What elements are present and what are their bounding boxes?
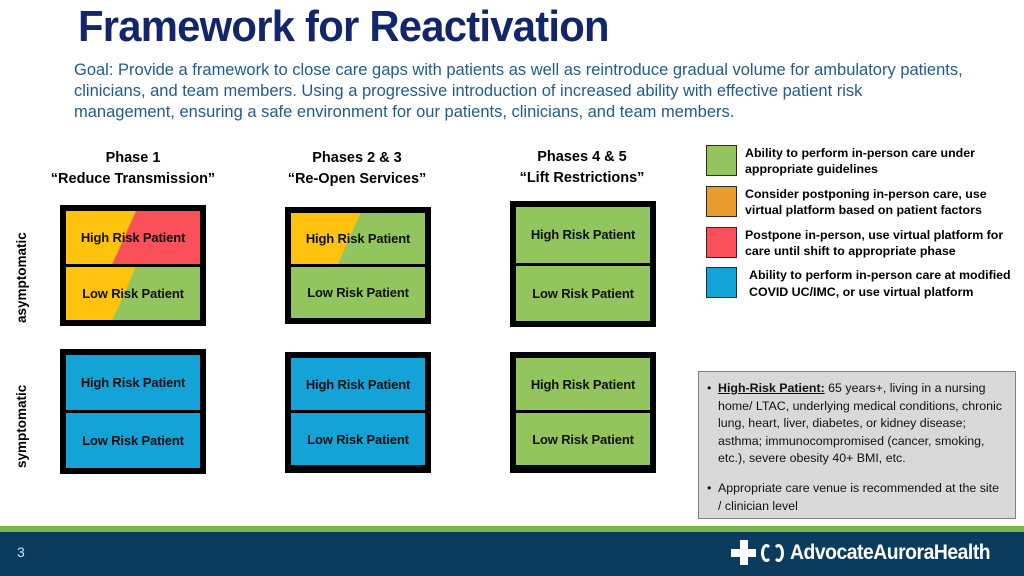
cell-low-risk: Low Risk Patient bbox=[516, 265, 650, 321]
cell-label: High Risk Patient bbox=[80, 230, 186, 245]
row-label-symptomatic: symptomatic bbox=[14, 384, 29, 468]
legend-label: Postpone in-person, use virtual platform… bbox=[745, 227, 1004, 258]
brand-logo: AdvocateAuroraHealth bbox=[731, 540, 1008, 565]
column-header-line1: Phases 2 & 3 bbox=[312, 150, 402, 166]
cell-high-risk: High Risk Patient bbox=[291, 213, 425, 264]
column-header-line2: “Re-Open Services” bbox=[287, 170, 427, 187]
page-number: 3 bbox=[17, 544, 25, 560]
legend-swatch-green bbox=[706, 145, 737, 176]
legend-swatch-red bbox=[706, 226, 737, 258]
cell-label: Low Risk Patient bbox=[307, 431, 409, 447]
matrix-card-symptomatic-phase-1: High Risk Patient Low Risk Patient bbox=[60, 349, 206, 474]
column-header-phases-4-5: Phases 4 & 5 “Lift Restrictions” bbox=[467, 147, 697, 188]
cell-label: Low Risk Patient bbox=[532, 431, 634, 447]
matrix-card-symptomatic-phases-4-5: High Risk Patient Low Risk Patient bbox=[510, 352, 656, 473]
slide-canvas: Framework for Reactivation Goal: Provide… bbox=[0, 0, 1024, 576]
matrix-card-asymptomatic-phases-4-5: High Risk Patient Low Risk Patient bbox=[510, 201, 656, 327]
column-header-line2: “Lift Restrictions” bbox=[519, 169, 645, 186]
matrix-card-asymptomatic-phases-2-3: High Risk Patient Low Risk Patient bbox=[285, 207, 431, 324]
legend-label: Ability to perform in-person care under … bbox=[745, 146, 975, 177]
cell-label: High Risk Patient bbox=[305, 376, 411, 392]
legend-label: Ability to perform in-person care at mod… bbox=[749, 268, 1011, 299]
cell-label: High Risk Patient bbox=[530, 227, 636, 243]
matrix-card-asymptomatic-phase-1: High Risk Patient Low Risk Patient bbox=[60, 205, 206, 326]
high-risk-label: High-Risk Patient: bbox=[718, 381, 825, 395]
cell-label: High Risk Patient bbox=[80, 375, 186, 390]
info-box: • High-Risk Patient: 65 years+, living i… bbox=[698, 371, 1016, 519]
care-venue-description: Appropriate care venue is recommended at… bbox=[718, 481, 1000, 513]
cell-low-risk: Low Risk Patient bbox=[291, 413, 425, 465]
cell-high-risk: High Risk Patient bbox=[516, 207, 650, 263]
column-header-phases-2-3: Phases 2 & 3 “Re-Open Services” bbox=[242, 148, 472, 189]
legend-swatch-orange bbox=[706, 185, 737, 217]
cell-label: High Risk Patient bbox=[305, 231, 411, 246]
arc-left-icon bbox=[761, 543, 773, 562]
cell-high-risk: High Risk Patient bbox=[66, 211, 200, 264]
legend-item-blue: Ability to perform in-person care at mod… bbox=[706, 266, 1016, 300]
cell-label: High Risk Patient bbox=[530, 376, 636, 392]
brand-wordmark: AdvocateAuroraHealth bbox=[790, 540, 991, 564]
column-header-phase-1: Phase 1 “Reduce Transmission” bbox=[18, 148, 248, 189]
cell-low-risk: Low Risk Patient bbox=[291, 267, 425, 318]
arc-right-icon bbox=[773, 543, 785, 562]
matrix-card-symptomatic-phases-2-3: High Risk Patient Low Risk Patient bbox=[285, 352, 431, 473]
page-title: Framework for Reactivation bbox=[78, 2, 610, 51]
cell-low-risk: Low Risk Patient bbox=[66, 413, 200, 468]
double-arc-icon bbox=[761, 543, 785, 562]
cell-low-risk: Low Risk Patient bbox=[66, 267, 200, 320]
legend-item-green: Ability to perform in-person care under … bbox=[706, 144, 1016, 178]
row-label-asymptomatic: asymptomatic bbox=[14, 232, 29, 323]
bullet-marker: • bbox=[707, 481, 712, 496]
info-bullet-high-risk: • High-Risk Patient: 65 years+, living i… bbox=[707, 380, 1005, 468]
cell-high-risk: High Risk Patient bbox=[516, 358, 650, 410]
legend-swatch-blue bbox=[706, 267, 737, 299]
legend: Ability to perform in-person care under … bbox=[706, 144, 1016, 307]
info-bullet-care-venue: • Appropriate care venue is recommended … bbox=[707, 480, 1005, 515]
medical-cross-icon bbox=[731, 540, 757, 565]
cell-high-risk: High Risk Patient bbox=[66, 355, 200, 410]
cell-label: Low Risk Patient bbox=[307, 285, 409, 300]
cell-label: Low Risk Patient bbox=[532, 285, 634, 301]
bullet-marker: • bbox=[707, 381, 712, 395]
goal-paragraph: Goal: Provide a framework to close care … bbox=[74, 61, 963, 122]
legend-label: Consider postponing in-person care, use … bbox=[745, 186, 987, 218]
footer-bar: 3 AdvocateAuroraHealth bbox=[0, 532, 1024, 576]
column-header-line1: Phases 4 & 5 bbox=[537, 149, 627, 165]
cell-label: Low Risk Patient bbox=[82, 433, 184, 448]
cell-low-risk: Low Risk Patient bbox=[516, 413, 650, 465]
legend-item-red: Postpone in-person, use virtual platform… bbox=[706, 226, 1016, 260]
column-header-line2: “Reduce Transmission” bbox=[50, 170, 216, 187]
column-header-line1: Phase 1 bbox=[105, 150, 161, 166]
cell-high-risk: High Risk Patient bbox=[291, 358, 425, 410]
legend-item-orange: Consider postponing in-person care, use … bbox=[706, 185, 1016, 219]
cell-label: Low Risk Patient bbox=[82, 286, 184, 301]
